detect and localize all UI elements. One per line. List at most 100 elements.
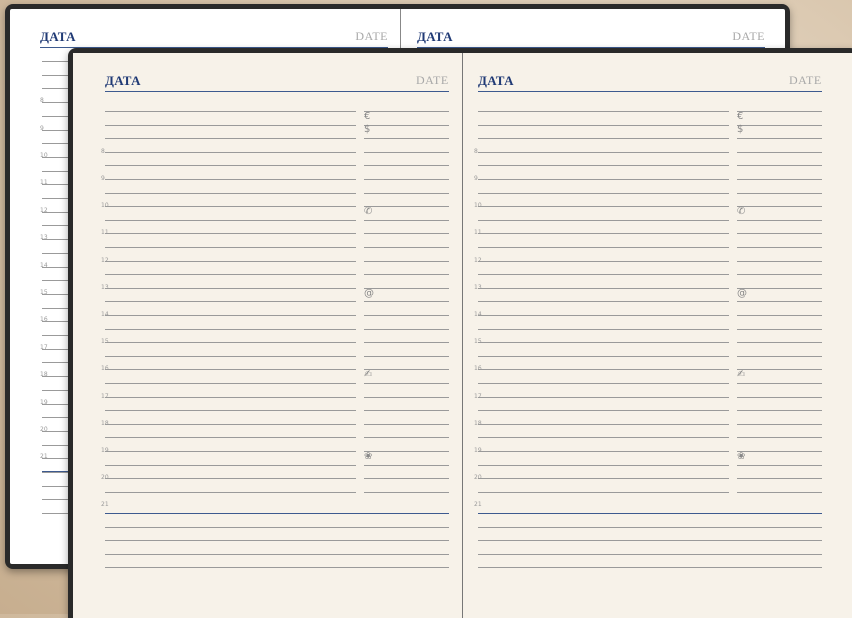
ruled-line — [105, 465, 356, 466]
ruled-line — [478, 424, 729, 425]
at-sign-icon: @ — [737, 288, 747, 299]
ruled-line — [105, 356, 356, 357]
side-ruled-line — [737, 125, 822, 126]
front-planner: ДАТА DATE 8 9 10 11 12 13 14 15 16 17 18 19 20 21 € $ ✆ @… — [68, 48, 852, 618]
ruled-line — [105, 437, 356, 438]
ruled-line — [478, 220, 729, 221]
ruled-line — [478, 315, 729, 316]
hour-label: 19 — [101, 447, 109, 454]
ruled-line — [105, 451, 356, 452]
side-ruled-line — [737, 410, 822, 411]
hour-label: 21 — [474, 501, 482, 508]
side-ruled-line — [737, 315, 822, 316]
side-ruled-line — [737, 356, 822, 357]
hour-label: 15 — [40, 289, 48, 296]
side-ruled-line — [737, 206, 822, 207]
ruled-line — [105, 206, 356, 207]
side-ruled-line — [737, 301, 822, 302]
hour-label: 12 — [40, 207, 48, 214]
hour-label: 11 — [474, 229, 482, 236]
side-ruled-line — [737, 492, 822, 493]
hour-label: 17 — [101, 393, 109, 400]
side-ruled-line — [737, 193, 822, 194]
side-ruled-line — [737, 478, 822, 479]
ruled-line — [478, 356, 729, 357]
notes-line — [478, 540, 822, 542]
notes-line — [105, 567, 449, 569]
side-ruled-line — [364, 437, 449, 438]
side-ruled-line — [364, 247, 449, 248]
side-ruled-line — [364, 274, 449, 275]
side-ruled-line — [364, 356, 449, 357]
side-ruled-line — [737, 247, 822, 248]
hour-label: 15 — [474, 338, 482, 345]
hour-label: 16 — [101, 365, 109, 372]
ruled-line — [105, 165, 356, 166]
side-ruled-line — [364, 138, 449, 139]
ruled-line — [105, 152, 356, 153]
ruled-line — [105, 301, 356, 302]
dollar-icon: $ — [364, 124, 371, 135]
ruled-line — [478, 152, 729, 153]
hour-label: 9 — [474, 175, 478, 182]
ruled-line — [105, 261, 356, 262]
side-ruled-line — [737, 397, 822, 398]
ruled-line — [478, 397, 729, 398]
side-ruled-line — [737, 465, 822, 466]
side-ruled-line — [737, 233, 822, 234]
phone-icon: ✆ — [364, 206, 373, 217]
side-ruled-line — [364, 193, 449, 194]
side-ruled-line — [737, 220, 822, 221]
header-rule — [478, 91, 822, 92]
hour-label: 14 — [101, 311, 109, 318]
notes-rule — [105, 513, 449, 514]
front-right-page: ДАТА DATE 8 9 10 11 12 13 14 15 16 17 18 19 20 21 € $ ✆ @… — [463, 53, 852, 618]
side-ruled-line — [364, 397, 449, 398]
hour-label: 13 — [474, 284, 482, 291]
hour-label: 10 — [101, 202, 109, 209]
side-ruled-line — [364, 220, 449, 221]
notes-line — [105, 553, 449, 555]
hour-label: 10 — [474, 202, 482, 209]
ruled-line — [105, 342, 356, 343]
notes-line — [105, 540, 449, 542]
ruled-line — [478, 233, 729, 234]
front-left-page: ДАТА DATE 8 9 10 11 12 13 14 15 16 17 18 19 20 21 € $ ✆ @… — [73, 53, 462, 618]
hour-label: 20 — [474, 474, 482, 481]
ruled-line — [105, 478, 356, 479]
side-ruled-line — [737, 111, 822, 112]
side-ruled-line — [737, 369, 822, 370]
ruled-line — [105, 410, 356, 411]
hour-label: 12 — [101, 257, 109, 264]
ruled-line — [478, 437, 729, 438]
flower-icon: ❀ — [737, 451, 746, 462]
date-label-ru: ДАТА — [417, 29, 453, 44]
date-label-en: DATE — [416, 73, 449, 87]
ruled-line — [105, 220, 356, 221]
hour-label: 10 — [40, 152, 48, 159]
hour-label: 20 — [40, 426, 48, 433]
ruled-line — [478, 125, 729, 126]
date-label-en: DATE — [789, 73, 822, 87]
ruled-line — [478, 329, 729, 330]
side-ruled-line — [364, 179, 449, 180]
ruled-line — [478, 274, 729, 275]
ruled-line — [105, 247, 356, 248]
ruled-line — [105, 125, 356, 126]
side-ruled-line — [737, 274, 822, 275]
ruled-line — [105, 138, 356, 139]
hour-label: 21 — [40, 453, 48, 460]
ruled-line — [478, 342, 729, 343]
side-ruled-line — [737, 179, 822, 180]
side-ruled-line — [364, 342, 449, 343]
ruled-line — [105, 274, 356, 275]
hour-label: 11 — [40, 179, 48, 186]
phone-icon: ✆ — [737, 206, 746, 217]
pen-icon: ✍ — [737, 369, 746, 380]
ruled-line — [478, 410, 729, 411]
date-label-ru: ДАТА — [105, 73, 141, 88]
hour-label: 11 — [101, 229, 109, 236]
side-ruled-line — [737, 261, 822, 262]
hour-label: 20 — [101, 474, 109, 481]
ruled-line — [105, 179, 356, 180]
